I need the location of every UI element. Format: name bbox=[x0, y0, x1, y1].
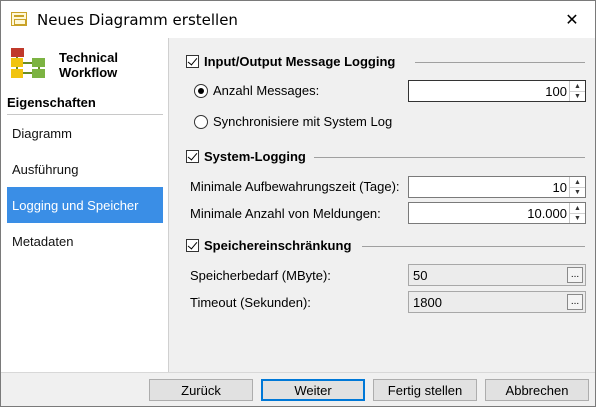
diagram-window-icon bbox=[11, 12, 27, 26]
radio-sync-system-log[interactable]: Synchronisiere mit System Log bbox=[194, 114, 392, 129]
timeout-label: Timeout (Sekunden): bbox=[190, 295, 311, 310]
sidebar-item-ausfuehrung[interactable]: Ausführung bbox=[7, 151, 163, 187]
stepper-up-icon[interactable]: ▲ bbox=[570, 203, 585, 213]
radio-sync-system-log-label: Synchronisiere mit System Log bbox=[213, 114, 393, 129]
timeout-browse-button[interactable]: ... bbox=[567, 294, 583, 310]
window-title: Neues Diagramm erstellen bbox=[37, 11, 238, 29]
back-button[interactable]: Zurück bbox=[149, 379, 253, 401]
radio-sync-system-log-dot[interactable] bbox=[194, 114, 208, 129]
brand-line-1: Technical bbox=[59, 50, 119, 65]
close-icon: ✕ bbox=[565, 10, 579, 29]
title-bar: Neues Diagramm erstellen ✕ bbox=[1, 1, 595, 38]
brand-line-2: Workflow bbox=[59, 65, 118, 80]
stepper-down-icon[interactable]: ▼ bbox=[570, 187, 585, 197]
sidebar-item-diagramm[interactable]: Diagramm bbox=[7, 115, 163, 151]
radio-anzahl-messages-dot[interactable] bbox=[194, 83, 208, 98]
cancel-button[interactable]: Abbrechen bbox=[485, 379, 589, 401]
stepper-up-icon[interactable]: ▲ bbox=[570, 81, 585, 91]
io-logging-title: Input/Output Message Logging bbox=[204, 54, 396, 69]
min-messages-label: Minimale Anzahl von Meldungen: bbox=[190, 206, 381, 221]
radio-anzahl-messages-label: Anzahl Messages: bbox=[213, 83, 320, 98]
dialog-window: Neues Diagramm erstellen ✕ Technical Wor… bbox=[0, 0, 596, 407]
radio-anzahl-messages[interactable]: Anzahl Messages: bbox=[194, 83, 319, 98]
brand-name: Technical Workflow bbox=[59, 50, 118, 80]
stepper-down-icon[interactable]: ▼ bbox=[570, 91, 585, 101]
sidebar: Technical Workflow Eigenschaften Diagram… bbox=[1, 38, 169, 372]
system-logging-separator bbox=[314, 157, 585, 158]
next-button[interactable]: Weiter bbox=[261, 379, 365, 401]
stepper-down-icon[interactable]: ▼ bbox=[570, 213, 585, 223]
timeout-value: 1800 bbox=[413, 295, 442, 310]
min-messages-stepper[interactable]: ▲ ▼ bbox=[569, 203, 585, 223]
retention-days-label: Minimale Aufbewahrungszeit (Tage): bbox=[190, 179, 400, 194]
message-count-value: 100 bbox=[545, 84, 567, 99]
system-logging-title: System-Logging bbox=[204, 149, 306, 164]
min-messages-value: 10.000 bbox=[527, 206, 567, 221]
storage-checkbox[interactable] bbox=[186, 239, 199, 252]
stepper-up-icon[interactable]: ▲ bbox=[570, 177, 585, 187]
retention-days-stepper[interactable]: ▲ ▼ bbox=[569, 177, 585, 197]
storage-title: Speichereinschränkung bbox=[204, 238, 352, 253]
close-button[interactable]: ✕ bbox=[549, 1, 595, 38]
technical-workflow-logo-icon bbox=[11, 48, 45, 78]
retention-days-value: 10 bbox=[552, 180, 567, 195]
memory-field: 50 ... bbox=[408, 264, 586, 286]
io-logging-separator bbox=[415, 62, 585, 63]
storage-group-header[interactable]: Speichereinschränkung bbox=[186, 238, 351, 253]
min-messages-input[interactable]: 10.000 ▲ ▼ bbox=[408, 202, 586, 224]
storage-separator bbox=[362, 246, 585, 247]
timeout-field: 1800 ... bbox=[408, 291, 586, 313]
sidebar-heading: Eigenschaften bbox=[7, 95, 96, 110]
dialog-footer: Zurück Weiter Fertig stellen Abbrechen bbox=[1, 372, 595, 406]
sidebar-item-metadaten[interactable]: Metadaten bbox=[7, 223, 163, 259]
finish-button[interactable]: Fertig stellen bbox=[373, 379, 477, 401]
memory-label: Speicherbedarf (MByte): bbox=[190, 268, 331, 283]
system-logging-group-header[interactable]: System-Logging bbox=[186, 149, 306, 164]
io-logging-checkbox[interactable] bbox=[186, 55, 199, 68]
memory-browse-button[interactable]: ... bbox=[567, 267, 583, 283]
system-logging-checkbox[interactable] bbox=[186, 150, 199, 163]
settings-panel: Input/Output Message Logging Anzahl Mess… bbox=[170, 38, 595, 372]
retention-days-input[interactable]: 10 ▲ ▼ bbox=[408, 176, 586, 198]
message-count-input[interactable]: 100 ▲ ▼ bbox=[408, 80, 586, 102]
memory-value: 50 bbox=[413, 268, 428, 283]
sidebar-item-logging-und-speicher[interactable]: Logging und Speicher bbox=[7, 187, 163, 223]
message-count-stepper[interactable]: ▲ ▼ bbox=[569, 81, 585, 101]
io-logging-group-header[interactable]: Input/Output Message Logging bbox=[186, 54, 395, 69]
